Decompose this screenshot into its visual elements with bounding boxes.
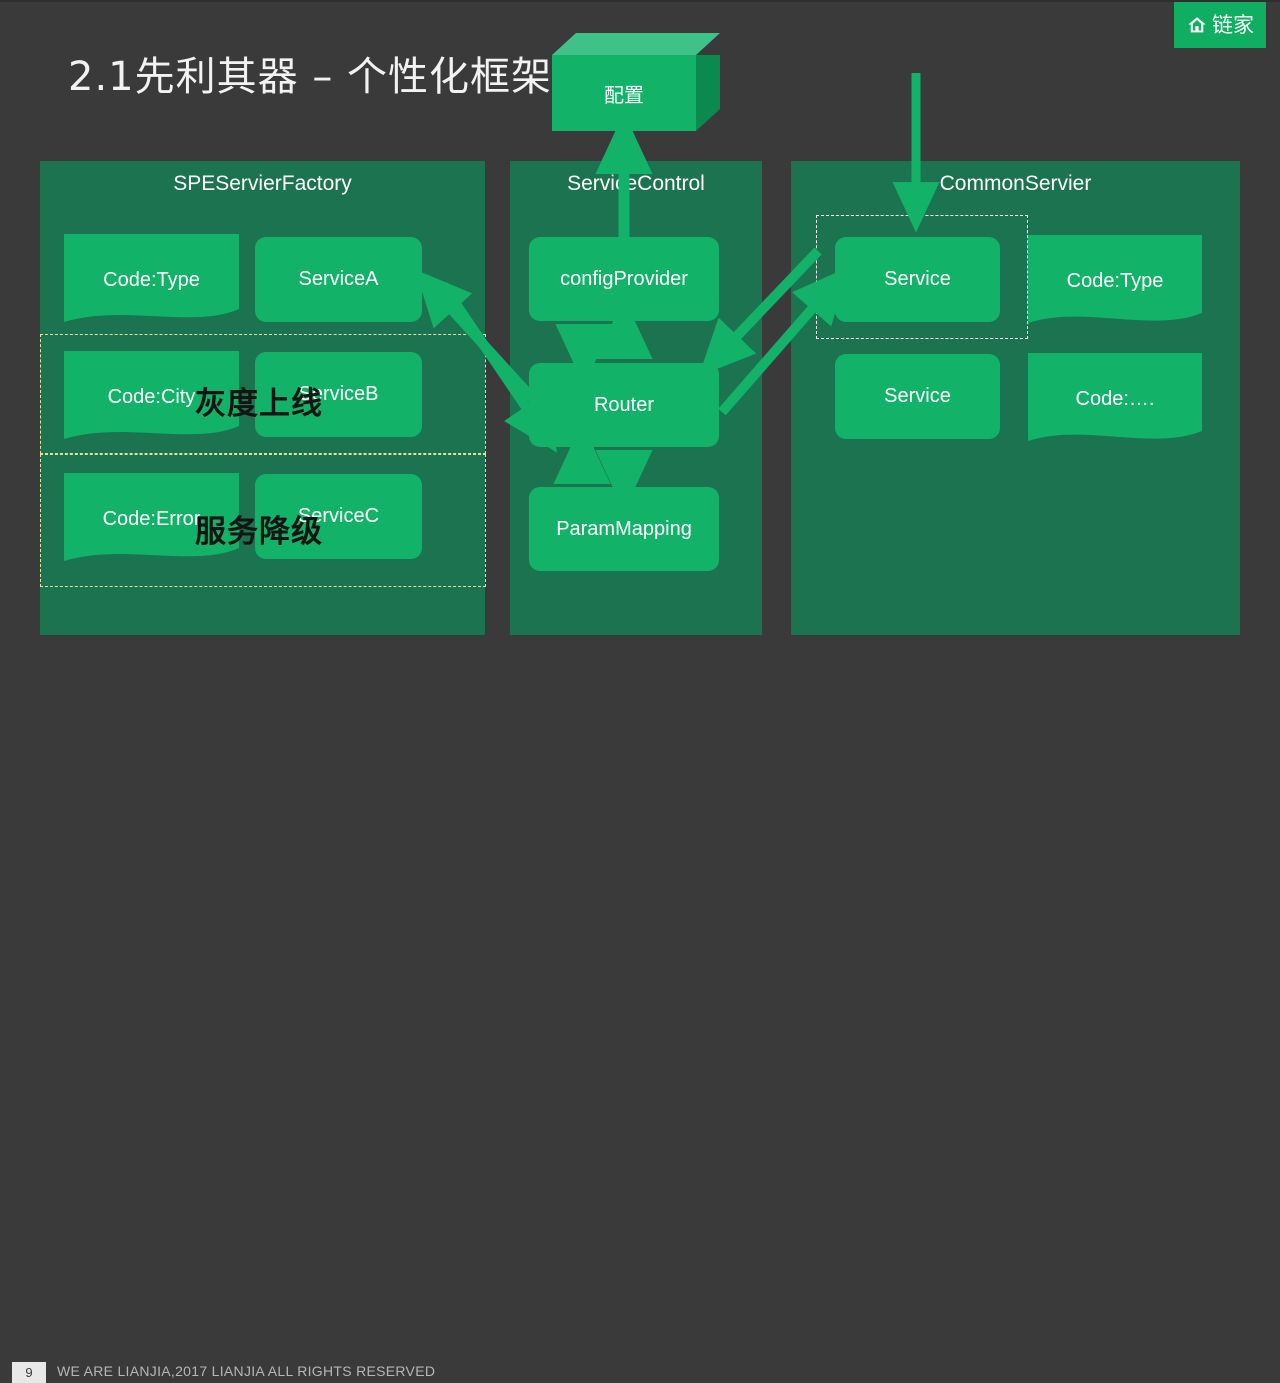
lianjia-logo: 链家: [1174, 2, 1266, 48]
panel-title-common-servier: CommonServier: [939, 172, 1092, 195]
code-box-label: Code:Type: [103, 268, 200, 291]
code-box-label: Code:Error: [102, 507, 201, 530]
panel-service-control: ServiceControl configProvider Router Par…: [510, 161, 762, 635]
common-code-box-type[interactable]: Code:Type: [1028, 235, 1202, 327]
service-box-label: Service: [884, 385, 951, 407]
page-number: 9: [12, 1362, 46, 1383]
config-cube: 配置: [552, 33, 720, 131]
config-cube-label: 配置: [604, 82, 644, 107]
node-router[interactable]: Router: [529, 363, 719, 447]
node-label: Router: [593, 393, 655, 416]
code-box-label: Code:….: [1075, 387, 1155, 410]
common-service-box-2[interactable]: Service: [835, 354, 1000, 439]
code-box-label: Code:Type: [1066, 269, 1164, 292]
copyright-text: WE ARE LIANJIA,2017 LIANJIA ALL RIGHTS R…: [57, 1363, 436, 1379]
panel-title-spe: SPEServierFactory: [173, 172, 352, 195]
common-code-box-ellipsis[interactable]: Code:….: [1028, 353, 1202, 445]
node-label: configProvider: [560, 267, 688, 290]
logo-text: 链家: [1212, 12, 1254, 37]
panel-common-servier: CommonServier Service Code:Type Service …: [791, 161, 1240, 635]
annotation-service-degrade: 服务降级: [195, 514, 323, 550]
node-label: ParamMapping: [556, 517, 692, 540]
code-box-label: Code:City: [107, 385, 196, 408]
code-box-type[interactable]: Code:Type: [64, 234, 239, 326]
page-title: 2.1先利其器 – 个性化框架: [68, 54, 553, 100]
cube-front-face: 配置: [552, 55, 696, 131]
service-box-label: Service: [884, 268, 951, 290]
cube-side-face: [696, 55, 720, 131]
footer: 9 WE ARE LIANJIA,2017 LIANJIA ALL RIGHTS…: [0, 676, 1280, 1383]
annotation-gray-release: 灰度上线: [195, 386, 323, 422]
cube-top-face: [552, 33, 720, 55]
slide-canvas: 链家 2.1先利其器 – 个性化框架 配置 SPEServierFactory …: [0, 0, 1280, 1383]
top-divider: [0, 0, 1280, 2]
service-box-label: ServiceA: [298, 268, 379, 290]
house-icon: [1186, 14, 1208, 36]
node-param-mapping[interactable]: ParamMapping: [529, 487, 719, 571]
service-box-a[interactable]: ServiceA: [255, 237, 422, 322]
panel-title-service-control: ServiceControl: [567, 172, 705, 195]
common-service-box-1[interactable]: Service: [835, 237, 1000, 322]
node-config-provider[interactable]: configProvider: [529, 237, 719, 321]
